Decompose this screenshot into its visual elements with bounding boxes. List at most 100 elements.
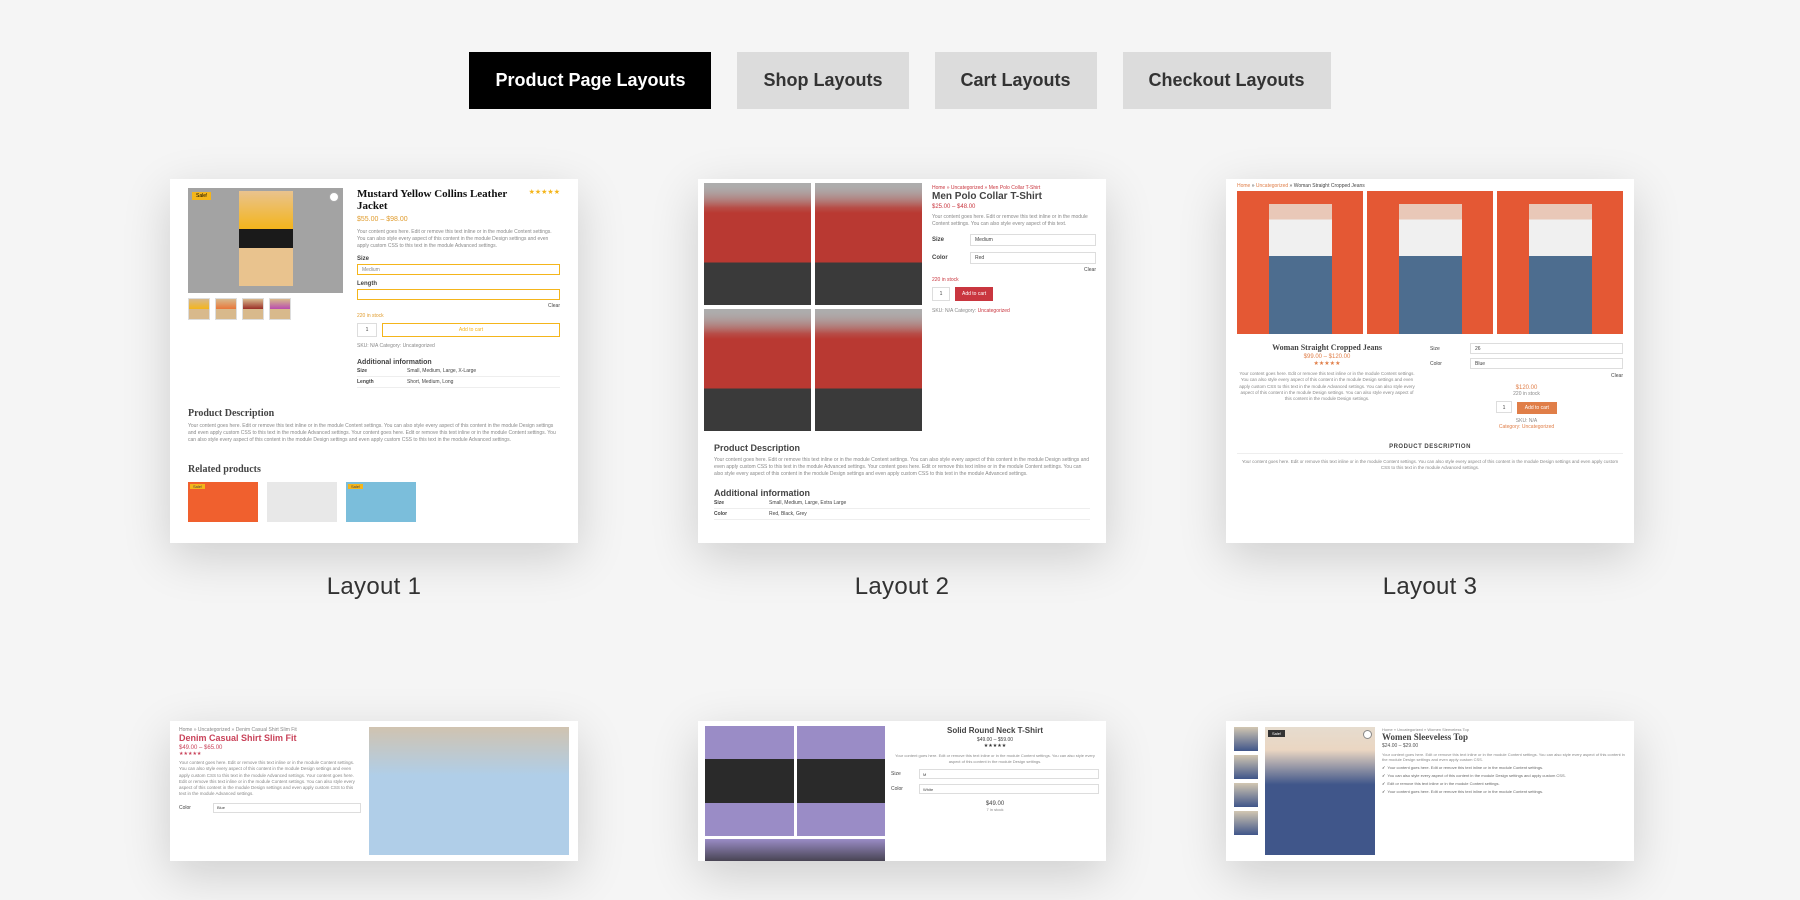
product-image [815, 309, 922, 431]
color-select: White [919, 784, 1099, 794]
additional-info-heading: Additional information [714, 488, 1090, 498]
related-item: Sale! [346, 482, 416, 522]
layout-card-1[interactable]: Sale! ★★★★★Mustard Yellow Collins Leathe… [170, 179, 578, 601]
color-select: Red [970, 252, 1096, 264]
thumb [1234, 727, 1258, 751]
thumb [269, 298, 291, 320]
thumb [188, 298, 210, 320]
product-desc: Your content goes here. Edit or remove t… [357, 229, 560, 250]
feature-item: Your content goes here. Edit or remove t… [1382, 765, 1626, 770]
clear-link: Clear [1430, 373, 1623, 379]
length-label: Length [357, 281, 560, 287]
product-price: $25.00 – $48.00 [932, 204, 1096, 210]
stock-text: 220 in stock [1430, 391, 1623, 397]
layout-label: Layout 3 [1383, 573, 1477, 601]
add-to-cart-button: Add to cart [382, 323, 560, 337]
product-image [1367, 191, 1493, 334]
layout-card-4[interactable]: Home » Uncategorized » Denim Casual Shir… [170, 721, 578, 861]
zoom-icon [1363, 730, 1372, 739]
layout-preview-6: Sale! Home » Uncategorized » Women Sleev… [1226, 721, 1634, 861]
feature-item: You can also style every aspect of this … [1382, 773, 1626, 778]
tab-product-page-layouts[interactable]: Product Page Layouts [469, 52, 711, 109]
product-desc: Your content goes here. Edit or remove t… [891, 753, 1099, 764]
product-title: Solid Round Neck T-Shirt [891, 726, 1099, 735]
product-image [815, 183, 922, 305]
product-image: Sale! [188, 188, 343, 293]
product-image [797, 726, 886, 836]
product-image [704, 309, 811, 431]
size-select: Medium [970, 234, 1096, 246]
tab-checkout-layouts[interactable]: Checkout Layouts [1123, 52, 1331, 109]
product-title: Denim Casual Shirt Slim Fit [179, 733, 361, 743]
layout-preview-4: Home » Uncategorized » Denim Casual Shir… [170, 721, 578, 861]
product-image [1237, 191, 1363, 334]
rating-stars: ★★★★★ [179, 751, 361, 757]
product-image [704, 183, 811, 305]
product-description-heading: Product Description [188, 408, 560, 419]
clear-link: Clear [357, 303, 560, 309]
sku-text: SKU: N/A Category: Uncategorized [357, 343, 560, 349]
product-description-heading: Product Description [714, 443, 1090, 453]
product-desc: Your content goes here. Edit or remove t… [179, 760, 361, 798]
breadcrumb: Home » Uncategorized » Woman Straight Cr… [1237, 183, 1623, 189]
qty: 1 [1496, 401, 1512, 413]
layout-card-3[interactable]: Home » Uncategorized » Woman Straight Cr… [1226, 179, 1634, 601]
feature-item: Your content goes here. Edit or remove t… [1382, 789, 1626, 794]
size-label: Size [357, 256, 560, 262]
size-select: Medium [357, 264, 560, 275]
color-select: Blue [1470, 358, 1623, 369]
additional-info-heading: Additional information [357, 359, 560, 366]
zoom-icon [329, 192, 339, 202]
size-select: 26 [1470, 343, 1623, 354]
product-image: Sale! [1265, 727, 1375, 855]
layout-card-2[interactable]: Home » Uncategorized » Men Polo Collar T… [698, 179, 1106, 601]
thumb [215, 298, 237, 320]
feature-item: Edit or remove this text inline or in th… [1382, 781, 1626, 786]
layout-preview-5: Solid Round Neck T-Shirt $49.00 – $59.00… [698, 721, 1106, 861]
length-select [357, 289, 560, 300]
stock-text: 7 in stock [891, 807, 1099, 812]
sku-text: SKU: N/ACategory: Uncategorized [1430, 418, 1623, 430]
product-image [705, 726, 794, 836]
rating-stars: ★★★★★ [529, 188, 560, 196]
layout-preview-2: Home » Uncategorized » Men Polo Collar T… [698, 179, 1106, 543]
sku-text: SKU: N/A Category: Uncategorized [932, 308, 1096, 314]
rating-stars: ★★★★★ [891, 743, 1099, 749]
product-title: Woman Straight Cropped Jeans [1237, 343, 1417, 352]
color-select: Blue [213, 803, 361, 813]
product-image [369, 727, 569, 855]
tab-cart-layouts[interactable]: Cart Layouts [935, 52, 1097, 109]
thumb [242, 298, 264, 320]
product-image [1497, 191, 1623, 334]
product-desc: Your content goes here. Edit or remove t… [932, 214, 1096, 228]
product-desc: Your content goes here. Edit or remove t… [1237, 371, 1417, 402]
layout-card-5[interactable]: Solid Round Neck T-Shirt $49.00 – $59.00… [698, 721, 1106, 861]
add-to-cart-button: Add to cart [1517, 402, 1557, 414]
thumb [1234, 783, 1258, 807]
thumb [1234, 755, 1258, 779]
sale-badge: Sale! [1268, 730, 1285, 737]
desc-text: Your content goes here. Edit or remove t… [714, 457, 1090, 478]
rating-stars: ★★★★★ [1237, 360, 1417, 367]
stock-text: 220 in stock [357, 313, 560, 319]
related-item [267, 482, 337, 522]
layout-tabs: Product Page Layouts Shop Layouts Cart L… [0, 0, 1800, 179]
layout-label: Layout 1 [327, 573, 421, 601]
layout-card-6[interactable]: Sale! Home » Uncategorized » Women Sleev… [1226, 721, 1634, 861]
tab-shop-layouts[interactable]: Shop Layouts [737, 52, 908, 109]
related-products-heading: Related products [188, 464, 560, 475]
product-title: Women Sleeveless Top [1382, 732, 1626, 742]
thumb [1234, 811, 1258, 835]
qty: 1 [932, 287, 950, 301]
size-select: M [919, 769, 1099, 779]
product-description-heading: PRODUCT DESCRIPTION [1237, 444, 1623, 450]
qty: 1 [357, 323, 377, 337]
product-image [705, 839, 885, 861]
stock-text: 220 in stock [932, 277, 1096, 283]
product-price: $24.00 – $29.00 [1382, 743, 1626, 749]
layout-preview-3: Home » Uncategorized » Woman Straight Cr… [1226, 179, 1634, 543]
clear-link: Clear [932, 267, 1096, 273]
desc-text: Your content goes here. Edit or remove t… [188, 423, 560, 444]
desc-text: Your content goes here. Edit or remove t… [1237, 459, 1623, 472]
sale-badge: Sale! [192, 192, 211, 200]
